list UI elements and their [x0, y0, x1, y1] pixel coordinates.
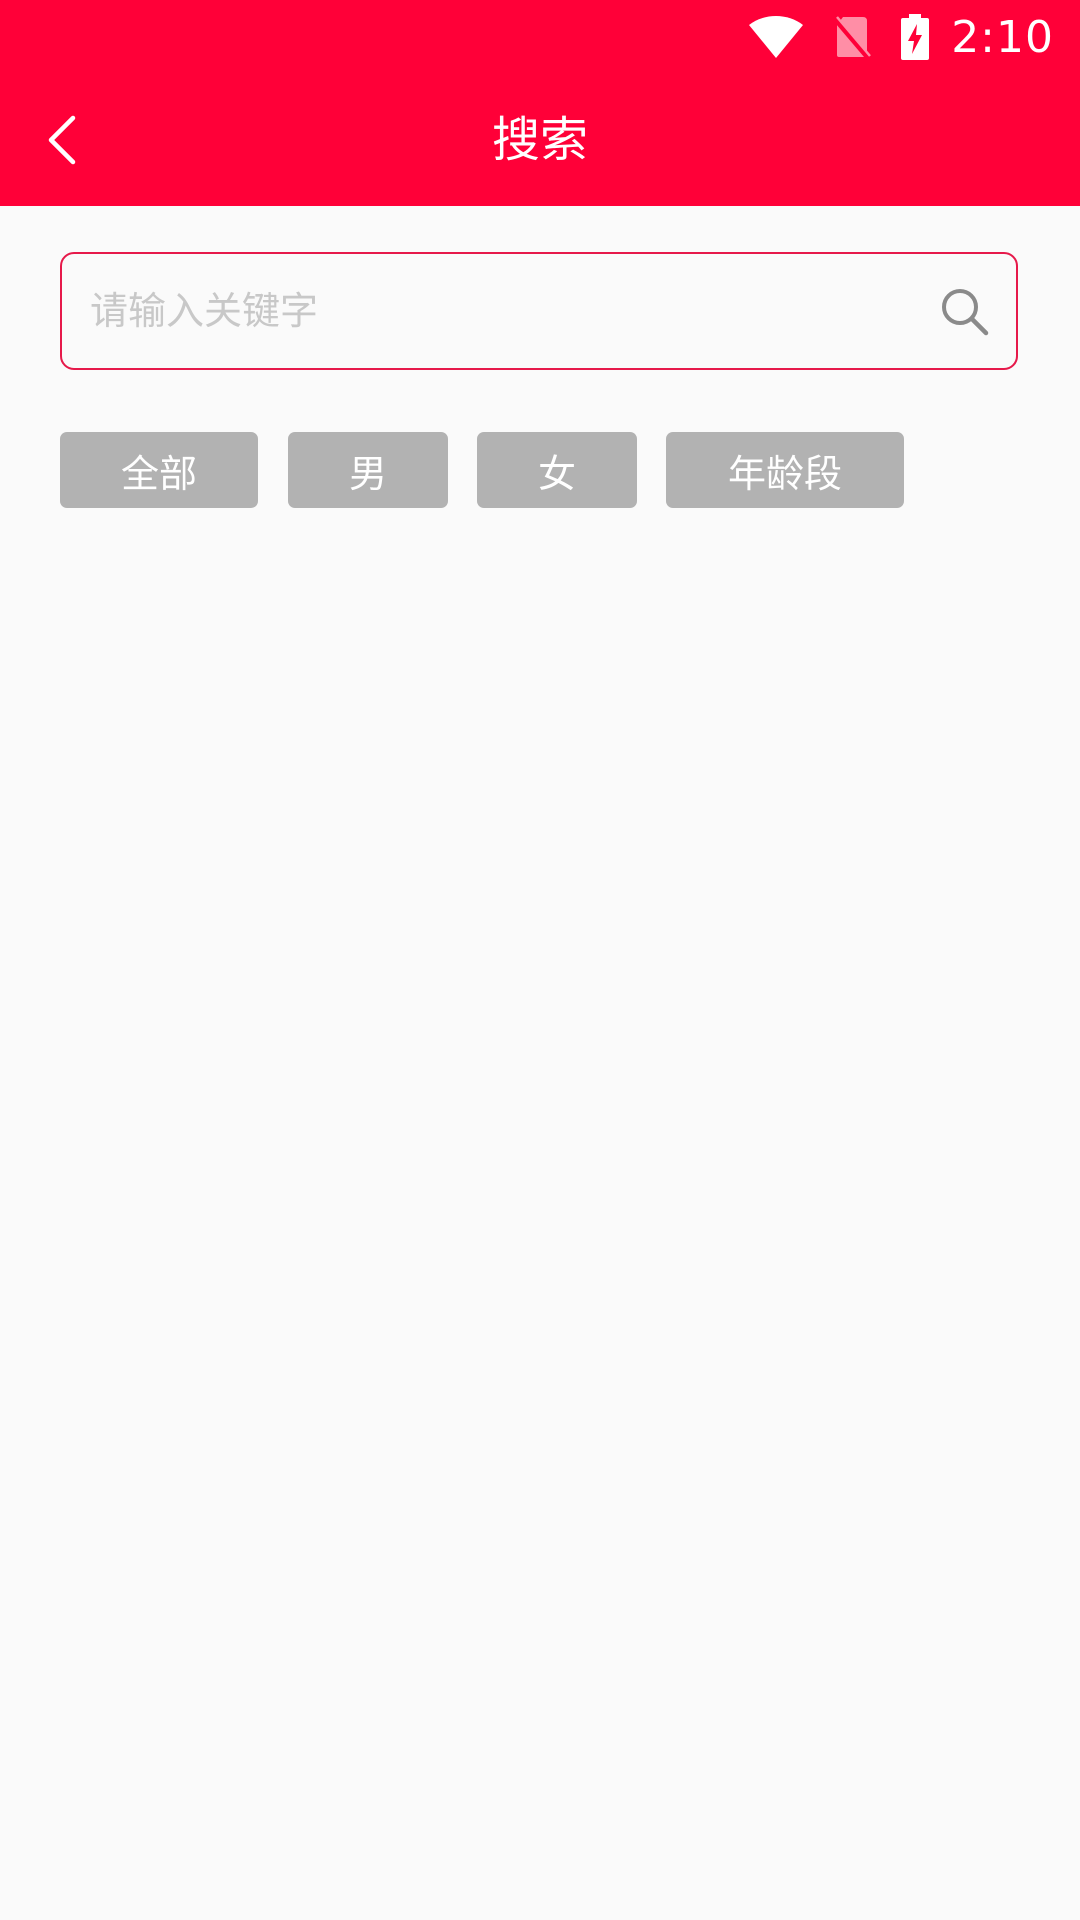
no-sim-icon: [833, 15, 872, 59]
status-time: 2:10: [951, 11, 1054, 63]
battery-charging-icon: [901, 14, 930, 60]
filter-male-button[interactable]: 男: [288, 432, 448, 508]
filter-female-button[interactable]: 女: [477, 432, 637, 508]
filter-age-button[interactable]: 年龄段: [666, 432, 904, 508]
status-icons: 2:10: [749, 0, 1080, 74]
nav-bar: 搜索: [0, 74, 1080, 206]
search-input[interactable]: [90, 254, 910, 368]
wifi-icon: [749, 16, 804, 58]
search-icon[interactable]: [940, 287, 990, 337]
top-bar: 2:10 搜索: [0, 0, 1080, 206]
search-box: [60, 252, 1018, 370]
app-screen: 2:10 搜索 全部 男 女 年龄段: [0, 0, 1080, 1920]
page-title: 搜索: [491, 112, 588, 168]
filter-all-button[interactable]: 全部: [60, 432, 258, 508]
status-bar: 2:10: [0, 0, 1080, 74]
